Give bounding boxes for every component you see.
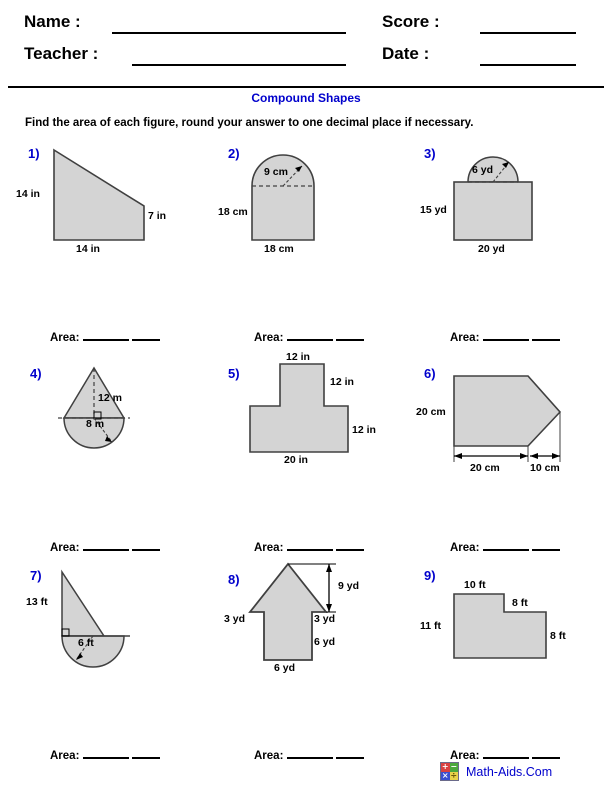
dimension-label: 9 cm <box>264 166 288 178</box>
page-title: Compound Shapes <box>251 91 361 105</box>
date-label: Date : <box>382 44 430 63</box>
dimension-label: 8 ft <box>550 630 566 642</box>
dimension-label: 12 in <box>352 424 376 436</box>
answer-blank-long[interactable] <box>83 746 130 759</box>
answer-label: Area: <box>450 332 480 344</box>
answer-label: Area: <box>254 750 284 762</box>
dimension-label: 20 yd <box>478 243 505 255</box>
score-label: Score : <box>382 12 440 31</box>
answer-blank-long[interactable] <box>483 538 530 551</box>
score-input-line[interactable] <box>480 32 576 34</box>
answer-blank-long[interactable] <box>287 538 334 551</box>
dimension-label: 14 in <box>16 188 40 200</box>
dimension-label: 20 cm <box>416 406 446 418</box>
problem-9: 9) 10 ft 8 ft 11 ft 8 ft Area: <box>408 558 612 768</box>
dimension-label: 20 cm <box>470 462 500 474</box>
figure-pentagon-arrow-6 <box>453 375 562 462</box>
dimension-label: 20 in <box>284 454 308 466</box>
answer-label: Area: <box>450 750 480 762</box>
answer-blank-7[interactable]: Area: <box>50 746 161 762</box>
problem-7: 7) 13 ft 6 ft Area: <box>8 558 212 768</box>
times-icon: × <box>441 770 450 780</box>
site-link[interactable]: Math-Aids.Com <box>466 765 552 779</box>
dimension-label: 10 cm <box>530 462 560 474</box>
problem-3: 3) 6 yd 15 yd 20 yd Area: <box>408 140 612 350</box>
answer-blank-short[interactable] <box>532 328 561 341</box>
dimension-label: 8 ft <box>512 597 528 609</box>
dimension-label: 18 cm <box>264 243 294 255</box>
dimension-label: 6 ft <box>78 637 94 649</box>
figure-right-trapezoid <box>53 148 145 241</box>
answer-label: Area: <box>50 332 80 344</box>
problem-8: 8) 9 yd 3 yd 3 yd 6 yd 6 yd Area: <box>212 558 416 768</box>
date-input-line[interactable] <box>480 64 576 66</box>
dimension-label: 11 ft <box>420 620 442 632</box>
answer-blank-short[interactable] <box>532 746 561 759</box>
dimension-label: 3 yd <box>224 613 246 625</box>
answer-blank-3[interactable]: Area: <box>450 328 561 344</box>
directions-text: Find the area of each figure, round your… <box>25 117 474 129</box>
dimension-label: 12 in <box>286 351 310 363</box>
dimension-label: 7 in <box>148 210 167 222</box>
worksheet-header: Name : Teacher : Score : Date : <box>0 0 612 82</box>
problem-6: 6) 20 cm 20 cm 10 cm Area: <box>408 350 612 560</box>
answer-label: Area: <box>450 542 480 554</box>
calculator-icon: + − × ÷ <box>440 762 459 781</box>
answer-blank-long[interactable] <box>483 746 530 759</box>
answer-blank-short[interactable] <box>336 746 365 759</box>
teacher-input-line[interactable] <box>132 64 346 66</box>
footer[interactable]: + − × ÷ Math-Aids.Com <box>440 762 552 781</box>
dimension-label: 13 ft <box>26 596 48 608</box>
dimension-label: 6 yd <box>472 164 494 176</box>
problem-2: 2) 9 cm 18 cm 18 cm Area: <box>212 140 416 350</box>
answer-label: Area: <box>50 750 80 762</box>
figure-l-shape-9 <box>453 593 547 659</box>
dimension-label: 6 yd <box>314 636 336 648</box>
figure-arrow-up-8 <box>248 562 336 661</box>
name-label: Name : <box>24 12 81 31</box>
problem-4: 4) 12 m 8 m Area: <box>8 350 212 560</box>
divide-icon: ÷ <box>449 770 458 780</box>
figure-triangle-semicircle-7 <box>61 569 130 668</box>
header-divider <box>8 86 604 88</box>
answer-blank-9[interactable]: Area: <box>450 746 561 762</box>
answer-blank-8[interactable]: Area: <box>254 746 365 762</box>
answer-blank-5[interactable]: Area: <box>254 538 365 554</box>
figure-t-shape-5 <box>249 363 349 453</box>
answer-blank-1[interactable]: Area: <box>50 328 161 344</box>
figure-triangle-semicircle-4 <box>58 366 130 449</box>
answer-label: Area: <box>50 542 80 554</box>
problem-1: 1) 14 in 7 in 14 in Area: <box>8 140 212 350</box>
dimension-label: 8 m <box>86 418 105 430</box>
name-input-line[interactable] <box>112 32 346 34</box>
answer-blank-short[interactable] <box>336 328 365 341</box>
dimension-label: 9 yd <box>338 580 360 592</box>
dimension-label: 10 ft <box>464 579 486 591</box>
dimension-label: 12 m <box>98 392 122 404</box>
answer-blank-short[interactable] <box>336 538 365 551</box>
answer-label: Area: <box>254 332 284 344</box>
answer-blank-2[interactable]: Area: <box>254 328 365 344</box>
answer-blank-long[interactable] <box>287 328 334 341</box>
answer-blank-short[interactable] <box>532 538 561 551</box>
answer-blank-long[interactable] <box>483 328 530 341</box>
answer-label: Area: <box>254 542 284 554</box>
answer-blank-6[interactable]: Area: <box>450 538 561 554</box>
dimension-label: 18 cm <box>218 206 248 218</box>
teacher-label: Teacher : <box>24 44 99 63</box>
dimension-label: 14 in <box>76 243 100 255</box>
answer-blank-long[interactable] <box>287 746 334 759</box>
answer-blank-4[interactable]: Area: <box>50 538 161 554</box>
answer-blank-short[interactable] <box>132 328 161 341</box>
dimension-label: 3 yd <box>314 613 336 625</box>
answer-blank-long[interactable] <box>83 538 130 551</box>
answer-blank-short[interactable] <box>132 538 161 551</box>
answer-blank-long[interactable] <box>83 328 130 341</box>
problem-5: 5) 12 in 12 in 12 in 20 in Area: <box>212 350 416 560</box>
dimension-label: 6 yd <box>274 662 296 674</box>
dimension-label: 15 yd <box>420 204 447 216</box>
answer-blank-short[interactable] <box>132 746 161 759</box>
dimension-label: 12 in <box>330 376 354 388</box>
